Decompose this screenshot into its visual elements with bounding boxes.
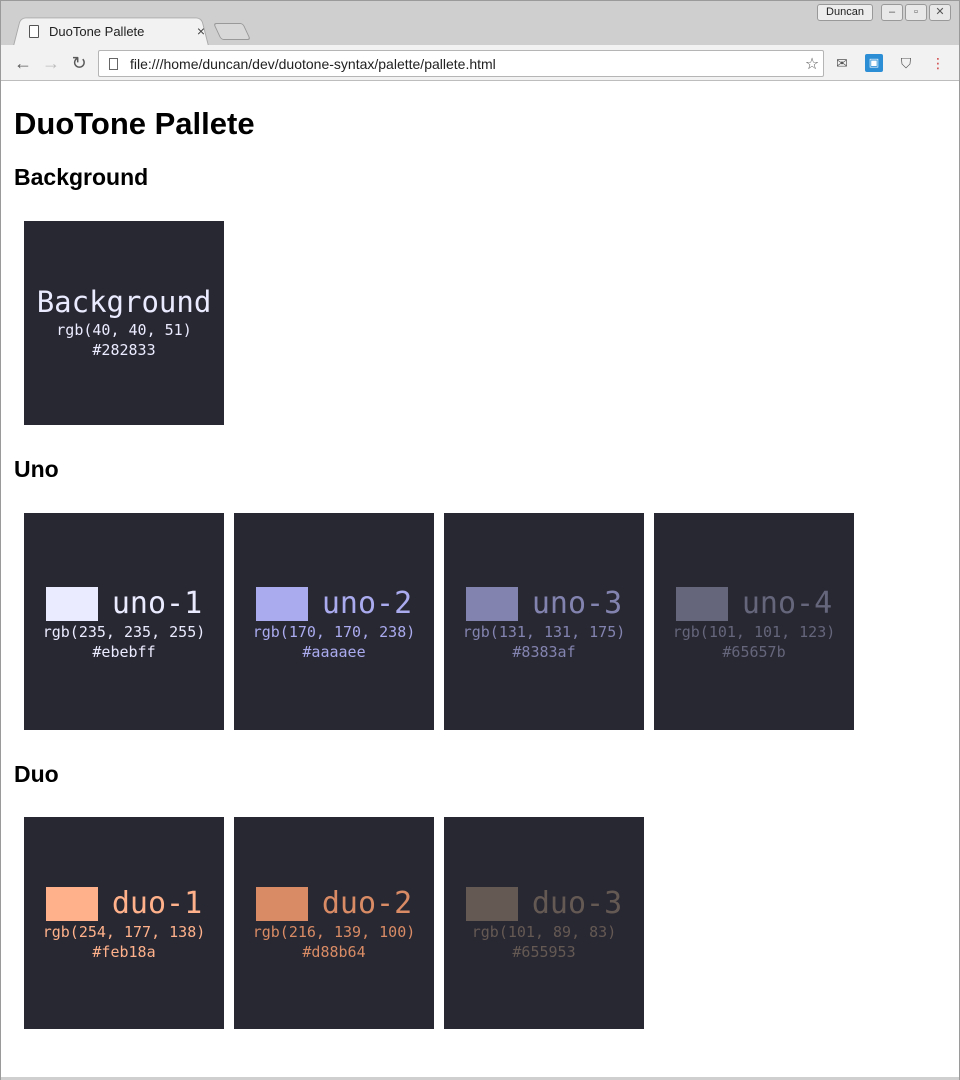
extension-shield-icon[interactable]: ⛉: [897, 54, 915, 72]
section-heading-background: Background: [14, 164, 149, 190]
page-info-icon[interactable]: [109, 57, 118, 70]
browser-window: DuoTone Pallete × Duncan – ▫ ✕ ← → ↻ fil…: [0, 0, 960, 1080]
swatch-rgb: rgb(254, 177, 138): [42, 923, 206, 941]
address-bar[interactable]: file:///home/duncan/dev/duotone-syntax/p…: [98, 50, 824, 77]
swatch-rgb: rgb(101, 89, 83): [471, 923, 617, 941]
minimize-button[interactable]: –: [881, 4, 903, 21]
back-button[interactable]: ←: [11, 51, 35, 75]
swatch-rgb: rgb(131, 131, 175): [462, 623, 626, 641]
color-chip: [465, 586, 518, 621]
swatch-hex: #aaaaee: [302, 643, 366, 661]
color-chip: [255, 586, 308, 621]
color-chip: [465, 886, 518, 921]
swatch-rgb: rgb(235, 235, 255): [42, 623, 206, 641]
swatch-name: uno-2: [321, 586, 413, 621]
swatch-name-row: duo-1: [24, 886, 224, 921]
swatch-hex: #655953: [512, 943, 576, 961]
swatch-hex: #ebebff: [92, 643, 156, 661]
tab-content[interactable]: DuoTone Pallete ×: [29, 19, 209, 43]
swatch-rgb: rgb(170, 170, 238): [252, 623, 416, 641]
swatch-name-row: uno-1: [24, 586, 224, 621]
section-heading-duo: Duo: [14, 761, 59, 787]
swatch-name-row: uno-2: [234, 586, 434, 621]
swatch-name: duo-1: [111, 886, 203, 921]
swatch-duo-3: duo-3 rgb(101, 89, 83) #655953: [444, 817, 644, 1029]
swatch-name-row: uno-4: [654, 586, 854, 621]
swatch-duo-2: duo-2 rgb(216, 139, 100) #d88b64: [234, 817, 434, 1029]
color-chip: [675, 586, 728, 621]
color-chip: [45, 886, 98, 921]
tab-title: DuoTone Pallete: [49, 23, 145, 39]
swatch-uno-2: uno-2 rgb(170, 170, 238) #aaaaee: [234, 513, 434, 730]
reload-button[interactable]: ↻: [67, 51, 91, 75]
menu-icon[interactable]: ⋮: [929, 54, 947, 72]
page-icon: [29, 24, 39, 38]
swatch-name-row: uno-3: [444, 586, 644, 621]
swatch-hex: #8383af: [512, 643, 576, 661]
extension-inbox-icon[interactable]: ✉: [833, 54, 851, 72]
swatch-duo-1: duo-1 rgb(254, 177, 138) #feb18a: [24, 817, 224, 1029]
color-chip: [255, 886, 308, 921]
new-tab-button[interactable]: [213, 23, 251, 40]
swatch-rgb: rgb(101, 101, 123): [672, 623, 836, 641]
section-heading-uno: Uno: [14, 456, 59, 482]
swatch-hex: #d88b64: [302, 943, 366, 961]
swatch-hex: #feb18a: [92, 943, 156, 961]
swatch-uno-3: uno-3 rgb(131, 131, 175) #8383af: [444, 513, 644, 730]
swatch-name: uno-3: [531, 586, 623, 621]
tab-close-icon[interactable]: ×: [193, 23, 209, 39]
color-chip: [45, 586, 98, 621]
maximize-button[interactable]: ▫: [905, 4, 927, 21]
swatch-name-row: duo-3: [444, 886, 644, 921]
swatch-rgb: rgb(40, 40, 51): [56, 321, 192, 339]
title-bar: DuoTone Pallete × Duncan – ▫ ✕: [1, 1, 959, 46]
swatch-name-row: duo-2: [234, 886, 434, 921]
bookmark-star-icon[interactable]: ☆: [801, 54, 823, 74]
profile-button[interactable]: Duncan: [817, 4, 873, 21]
swatch-uno-4: uno-4 rgb(101, 101, 123) #65657b: [654, 513, 854, 730]
extension-book-icon[interactable]: ▣: [865, 54, 883, 72]
swatch-name: duo-2: [321, 886, 413, 921]
swatch-name: Background: [36, 285, 212, 319]
url-text[interactable]: file:///home/duncan/dev/duotone-syntax/p…: [130, 56, 801, 72]
page-title: DuoTone Pallete: [14, 106, 255, 141]
swatch-hex: #282833: [92, 341, 156, 359]
page-content: DuoTone Pallete Background Background rg…: [2, 82, 958, 1077]
swatch-name: uno-1: [111, 586, 203, 621]
close-window-button[interactable]: ✕: [929, 4, 951, 21]
swatch-name: duo-3: [531, 886, 623, 921]
swatch-hex: #65657b: [722, 643, 786, 661]
forward-button[interactable]: →: [39, 51, 63, 75]
browser-toolbar: ← → ↻ file:///home/duncan/dev/duotone-sy…: [1, 45, 959, 81]
swatch-name: uno-4: [741, 586, 833, 621]
swatch-uno-1: uno-1 rgb(235, 235, 255) #ebebff: [24, 513, 224, 730]
swatch-background: Background rgb(40, 40, 51) #282833: [24, 221, 224, 425]
swatch-rgb: rgb(216, 139, 100): [252, 923, 416, 941]
